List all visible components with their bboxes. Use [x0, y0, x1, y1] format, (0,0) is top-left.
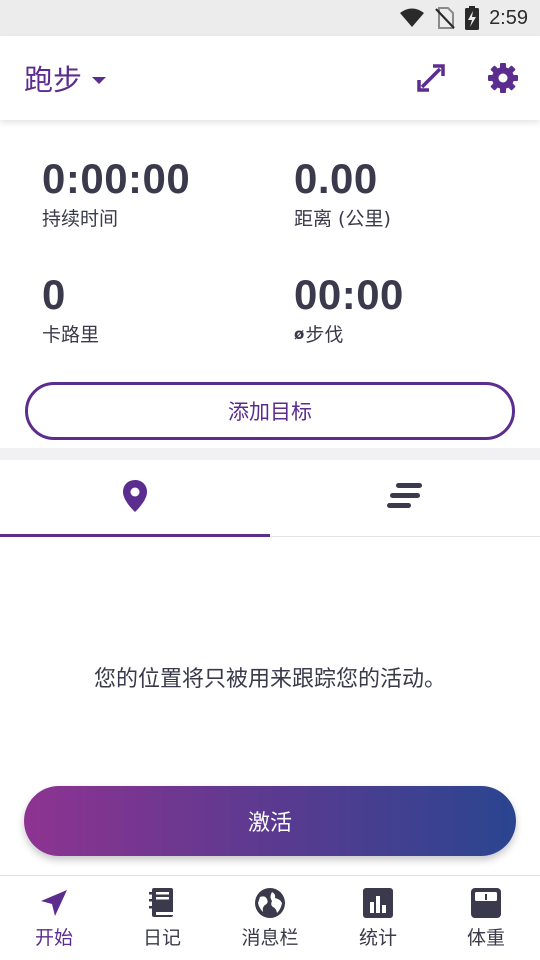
nav-statistics-label: 统计: [358, 926, 397, 949]
section-divider: [0, 448, 540, 460]
stat-distance: 0.00 距离 (公里): [294, 156, 391, 231]
tab-map[interactable]: [0, 460, 270, 537]
duration-value: 0:00:00: [42, 155, 191, 202]
nav-weight[interactable]: 体重: [432, 876, 540, 960]
list-lines-icon: [386, 481, 424, 515]
add-goal-button[interactable]: 添加目标: [25, 382, 515, 440]
battery-charging-icon: [465, 6, 480, 30]
pace-label-row: ø 步伐: [294, 320, 404, 347]
distance-value: 0.00: [294, 155, 378, 202]
nav-statistics[interactable]: 统计: [324, 876, 432, 960]
status-time: 2:59: [489, 6, 528, 29]
globe-icon: [254, 887, 286, 919]
tab-details[interactable]: [270, 460, 540, 536]
pace-value: 00:00: [294, 271, 404, 318]
wifi-icon: [399, 8, 425, 28]
activate-button[interactable]: 激活: [24, 786, 516, 856]
swap-arrows-icon[interactable]: [414, 61, 448, 95]
stat-calories: 0 卡路里: [42, 272, 99, 347]
gear-icon[interactable]: [486, 61, 520, 95]
pace-label: 步伐: [305, 324, 344, 346]
nav-weight-label: 体重: [466, 926, 505, 949]
average-symbol: ø: [294, 324, 305, 343]
navigation-arrow-icon: [38, 887, 70, 919]
activity-title: 跑步: [24, 63, 83, 97]
nav-start[interactable]: 开始: [0, 876, 108, 960]
no-sim-icon: [435, 7, 455, 29]
nav-feed[interactable]: 消息栏: [216, 876, 324, 960]
calories-value: 0: [42, 271, 66, 318]
tab-bar: [0, 460, 540, 537]
nav-feed-label: 消息栏: [241, 926, 299, 949]
activity-selector[interactable]: 跑步: [24, 57, 107, 99]
map-content: 您的位置将只被用来跟踪您的活动。 激活: [0, 537, 540, 875]
bar-chart-icon: [362, 887, 394, 919]
scale-icon: [470, 887, 502, 919]
location-pin-icon: [122, 479, 148, 517]
stat-pace: 00:00 ø 步伐: [294, 272, 404, 347]
caret-down-icon: [92, 77, 107, 84]
nav-diary-label: 日记: [142, 926, 181, 949]
status-bar: 2:59: [0, 0, 540, 36]
location-notice: 您的位置将只被用来跟踪您的活动。: [93, 667, 446, 692]
duration-label: 持续时间: [42, 208, 119, 230]
bottom-navigation: 开始 日记 消息栏 统计 体重: [0, 875, 540, 960]
nav-diary[interactable]: 日记: [108, 876, 216, 960]
stats-panel: 0:00:00 持续时间 0.00 距离 (公里) 0 卡路里 00:00 ø …: [0, 120, 540, 460]
stat-duration: 0:00:00 持续时间: [42, 156, 190, 231]
distance-label: 距离 (公里): [294, 208, 391, 230]
diary-book-icon: [146, 887, 178, 919]
calories-label: 卡路里: [42, 324, 100, 346]
nav-start-label: 开始: [34, 926, 73, 949]
app-bar: 跑步: [0, 36, 540, 120]
